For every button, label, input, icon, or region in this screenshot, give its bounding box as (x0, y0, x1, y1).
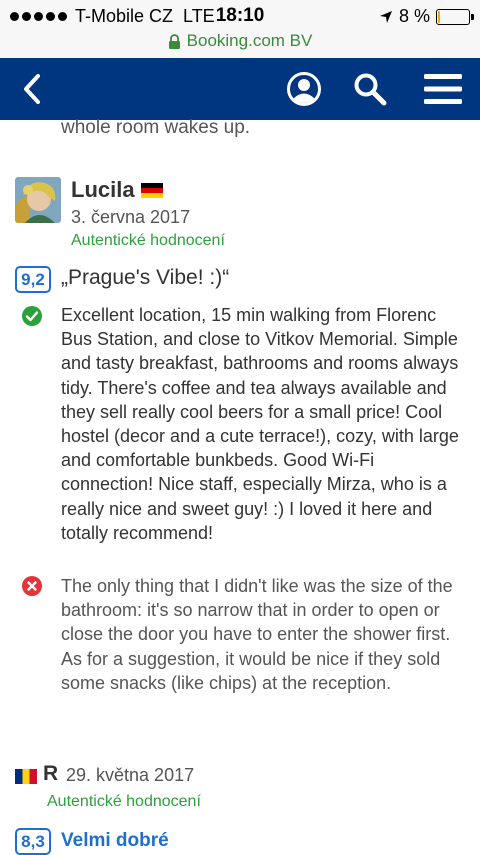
review-score-badge: 9,2 (15, 266, 51, 293)
check-circle-icon (22, 306, 42, 326)
review-score-badge: 8,3 (15, 828, 51, 855)
url-bar[interactable]: Booking.com BV (0, 30, 480, 58)
battery-percent: 8 % (398, 6, 430, 26)
menu-icon[interactable] (424, 74, 462, 104)
search-icon[interactable] (352, 71, 388, 107)
positive-review-text: Excellent location, 15 min walking from … (61, 305, 459, 543)
status-right: 8 % (379, 6, 474, 27)
review-date: 3. června 2017 (71, 207, 191, 227)
review-title: Velmi dobré (61, 830, 169, 851)
battery-icon (436, 8, 474, 25)
verified-review-label: Autentické hodnocení (47, 793, 201, 810)
flag-romania-icon (15, 769, 37, 784)
x-circle-icon (22, 576, 42, 596)
review-date: 29. května 2017 (66, 765, 195, 785)
location-arrow-icon (379, 10, 392, 23)
review-title: „Prague's Vibe! :)“ (61, 266, 230, 289)
reviewer-name-label: Lucila (71, 177, 135, 202)
previous-review-text: whole room wakes up. (61, 117, 251, 138)
lock-icon (168, 33, 180, 49)
avatar (15, 177, 61, 223)
reviewer-name: R (43, 762, 59, 785)
reviewer-name: Lucila (71, 177, 163, 203)
account-icon[interactable] (286, 71, 322, 107)
url-domain: Booking.com BV (186, 31, 313, 50)
status-bar: T-Mobile CZ LTE 18:10 8 % (0, 0, 480, 30)
battery-level (438, 10, 440, 23)
back-arrow-icon[interactable] (16, 72, 50, 106)
top-navigation-bar (0, 58, 480, 120)
verified-review-label: Autentické hodnocení (71, 232, 225, 249)
flag-germany-icon (140, 182, 163, 198)
negative-review-text: The only thing that I didn't like was th… (61, 576, 453, 693)
